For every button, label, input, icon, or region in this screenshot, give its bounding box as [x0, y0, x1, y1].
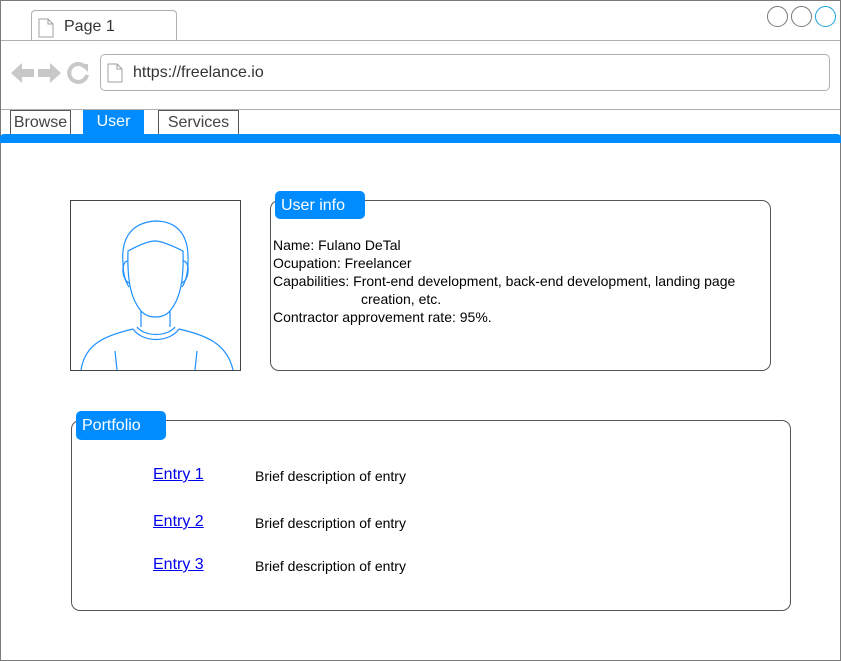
- url-text: https://freelance.io: [133, 64, 264, 81]
- portfolio-entry-3-link[interactable]: Entry 3: [153, 556, 204, 574]
- browser-tab[interactable]: Page 1: [31, 10, 177, 42]
- user-info-title: User info: [275, 191, 365, 219]
- portfolio-entry-3-description: Brief description of entry: [255, 558, 406, 574]
- maximize-button[interactable]: [791, 6, 812, 27]
- portfolio-entry-1-link[interactable]: Entry 1: [153, 466, 204, 484]
- back-arrow-icon[interactable]: [11, 62, 35, 89]
- user-occupation: Ocupation: Freelancer: [273, 255, 412, 271]
- tab-services[interactable]: Services: [158, 110, 239, 134]
- avatar-icon: [80, 220, 234, 370]
- close-button[interactable]: [815, 6, 836, 27]
- reload-icon[interactable]: [67, 61, 89, 89]
- portfolio-entry-2-description: Brief description of entry: [255, 515, 406, 531]
- user-capabilities: Capabilities: Front-end development, bac…: [273, 273, 736, 289]
- forward-arrow-icon[interactable]: [37, 62, 61, 89]
- portfolio-entry-2-link[interactable]: Entry 2: [153, 513, 204, 531]
- tab-browse[interactable]: Browse: [10, 110, 71, 134]
- avatar: [70, 200, 241, 371]
- tab-content-bar: [0, 134, 841, 143]
- portfolio-entry-1-description: Brief description of entry: [255, 468, 406, 484]
- nav-buttons: [11, 61, 89, 89]
- address-bar[interactable]: https://freelance.io: [100, 54, 830, 91]
- browser-tab-title: Page 1: [64, 18, 115, 35]
- window-controls: [767, 6, 836, 27]
- tab-user[interactable]: User: [83, 110, 144, 134]
- portfolio-title: Portfolio: [76, 411, 166, 440]
- user-info-details: Name: Fulano DeTal Ocupation: Freelancer…: [273, 236, 773, 326]
- minimize-button[interactable]: [767, 6, 788, 27]
- browser-nav-bar: https://freelance.io: [1, 41, 840, 109]
- user-name: Name: Fulano DeTal: [273, 237, 401, 253]
- user-approval-rate: Contractor approvement rate: 95%.: [273, 309, 492, 325]
- user-capabilities-continued: creation, etc.: [361, 291, 442, 307]
- document-icon: [107, 63, 123, 88]
- browser-tab-bar: Page 1: [1, 1, 840, 42]
